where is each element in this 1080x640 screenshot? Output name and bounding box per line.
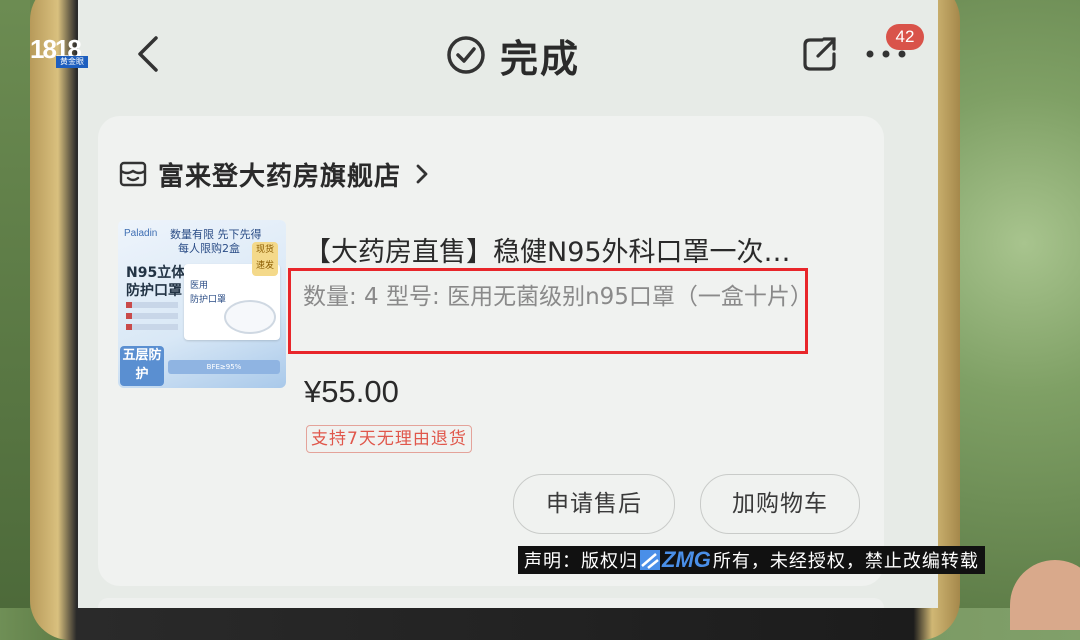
disclaimer-suffix: 所有，未经授权，禁止改编转载 (712, 551, 979, 572)
mask-illustration (224, 300, 276, 334)
product-image[interactable]: Paladin 数量有限 先下先得 每人限购2盒 N95立体 防护口罩 医用 防… (118, 220, 286, 388)
order-card: 富来登大药房旗舰店 Paladin 数量有限 先下先得 每人限购2盒 N95立体… (98, 116, 884, 586)
top-nav-bar: 完成 42 (78, 0, 938, 110)
channel-logo-sub: 黄金眼 (56, 56, 88, 68)
product-image-headline-2: 防护口罩 (126, 283, 182, 299)
store-name: 富来登大药房旗舰店 (158, 161, 402, 192)
product-price: ¥55.00 (304, 374, 399, 409)
zmg-text: ZMG (662, 547, 711, 572)
product-image-tag: 现货速发 (252, 242, 278, 276)
product-image-feature-list (126, 302, 178, 335)
zmg-stripe-icon (640, 550, 660, 570)
notification-badge: 42 (886, 24, 924, 50)
return-policy-tag: 支持7天无理由退货 (306, 425, 472, 453)
next-card-edge (98, 598, 884, 608)
product-image-five-layer: 五层防护 (120, 346, 164, 386)
phone-frame: 完成 42 富来登大药房旗舰店 Paladin 数量有限 先下先得 每人限购2盒… (30, 0, 960, 640)
share-icon[interactable] (800, 34, 840, 74)
page-title: 完成 (500, 36, 581, 81)
product-image-strip: BFE≥95% (168, 360, 280, 374)
add-to-cart-button[interactable]: 加购物车 (700, 474, 860, 534)
background-right (940, 0, 1080, 608)
copyright-disclaimer: 声明：版权归 ZMG 所有，未经授权，禁止改编转载 (518, 546, 985, 574)
after-sale-button[interactable]: 申请售后 (513, 474, 675, 534)
chevron-right-icon (416, 164, 428, 184)
disclaimer-prefix: 声明：版权归 (524, 551, 638, 572)
check-circle-icon (447, 36, 485, 74)
product-title[interactable]: 【大药房直售】稳健N95外科口罩一次… (304, 230, 864, 269)
channel-logo: 1818 黄金眼 (30, 34, 88, 68)
product-image-limited-2: 每人限购2盒 (178, 242, 240, 255)
spec-highlight-box: 数量: 4 型号: 医用无菌级别n95口罩（一盒十片） (288, 268, 813, 354)
zmg-logo: ZMG (640, 547, 711, 573)
store-icon (119, 161, 147, 187)
product-spec: 数量: 4 型号: 医用无菌级别n95口罩（一盒十片） (303, 284, 813, 310)
product-image-headline-1: N95立体 (126, 265, 186, 281)
phone-screen: 完成 42 富来登大药房旗舰店 Paladin 数量有限 先下先得 每人限购2盒… (78, 0, 938, 608)
background-left (0, 0, 30, 608)
product-image-brand: Paladin (124, 228, 158, 239)
product-image-box-line1: 医用 (190, 281, 209, 291)
back-arrow-icon[interactable] (130, 34, 170, 74)
product-image-box-line2: 防护口罩 (190, 295, 227, 305)
store-link[interactable]: 富来登大药房旗舰店 (118, 154, 431, 194)
title-group: 完成 (446, 30, 581, 81)
